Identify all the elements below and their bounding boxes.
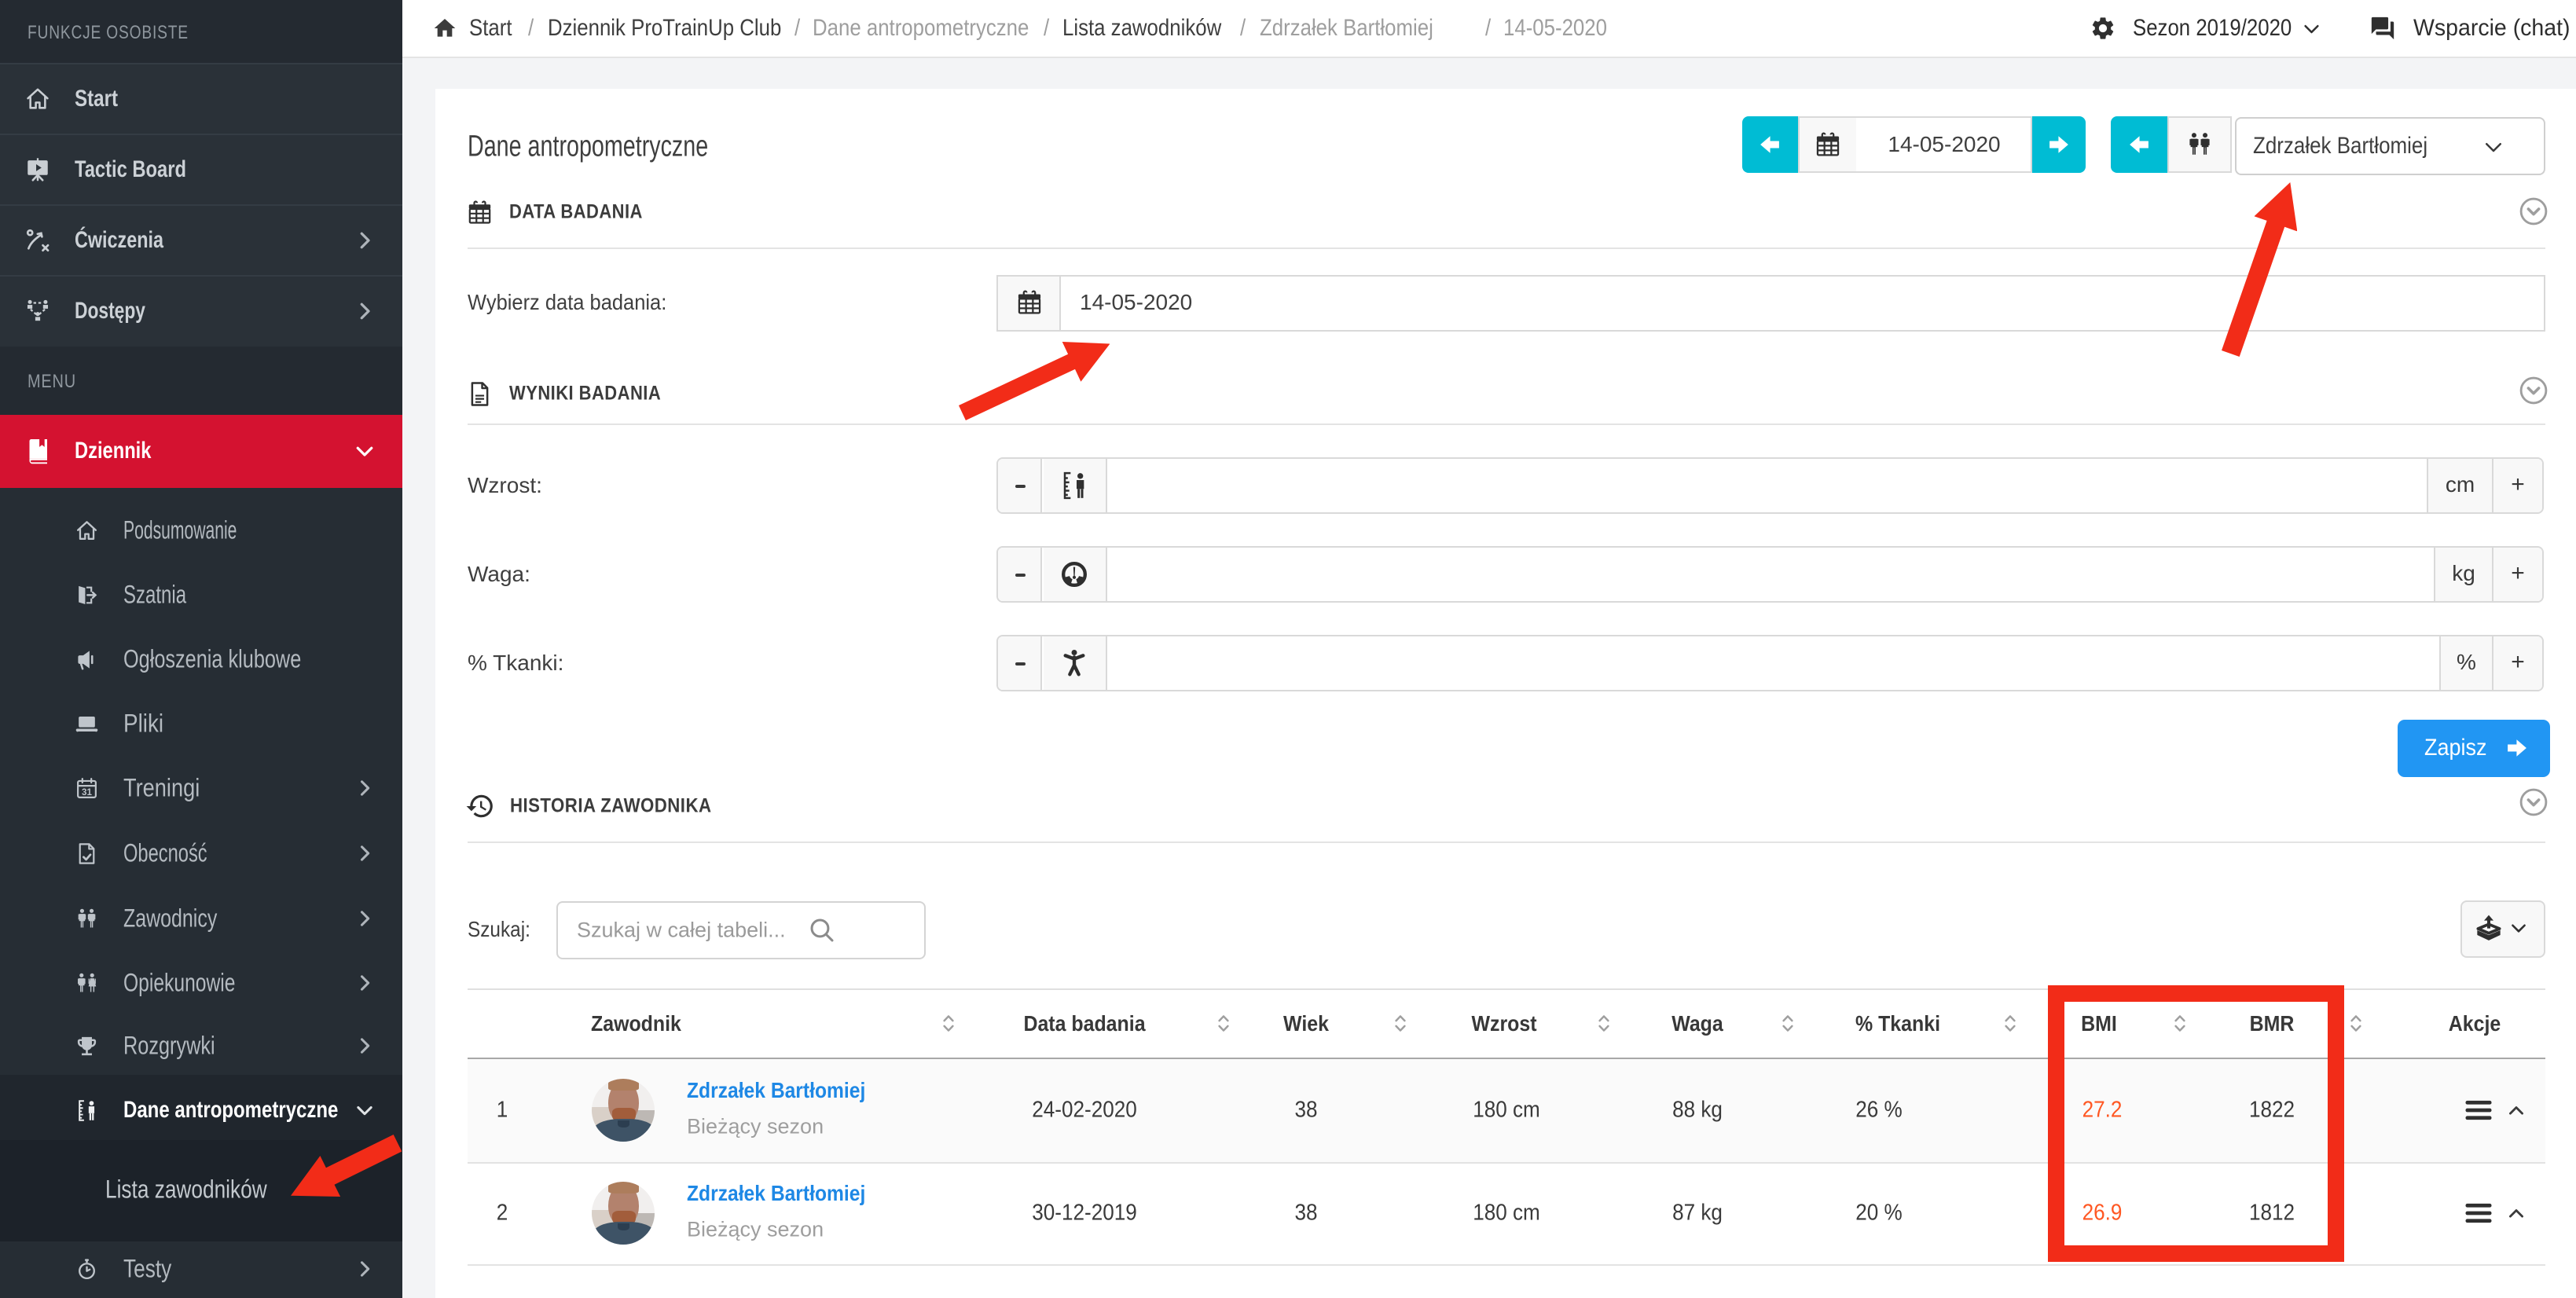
svg-text:31: 31: [82, 787, 92, 798]
